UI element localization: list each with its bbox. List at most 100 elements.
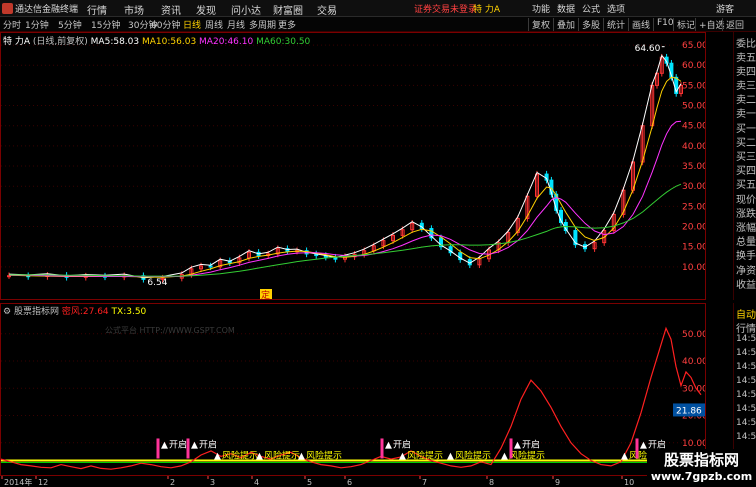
signal-label: 开启 bbox=[169, 438, 187, 450]
date-label: 7 bbox=[422, 478, 427, 487]
y-tick-label: 35.00 bbox=[682, 162, 705, 172]
adjust-button[interactable]: 复权 bbox=[528, 18, 550, 31]
signal-triangle: ▲ bbox=[191, 440, 198, 450]
tab-15min[interactable]: 15分钟 bbox=[91, 18, 120, 31]
date-label: 5 bbox=[307, 478, 312, 487]
menu-discover[interactable]: 发现 bbox=[196, 2, 216, 17]
back-button[interactable]: 返回 bbox=[722, 18, 744, 31]
quote-side-panel: 委比 卖五 卖四 卖三 卖二 卖一 买一 买二 买三 买四 买五 现价 涨跌 涨… bbox=[733, 32, 756, 300]
signal-triangle: ▲ bbox=[385, 440, 392, 450]
ma-line-ma20 bbox=[9, 120, 682, 277]
tx-label: TX: bbox=[111, 307, 127, 317]
side-item-weibi[interactable]: 委比 bbox=[736, 35, 756, 50]
side-item-sell2[interactable]: 卖二 bbox=[736, 91, 756, 106]
side-item-sell1[interactable]: 卖一 bbox=[736, 105, 756, 120]
menu-trade[interactable]: 交易 bbox=[317, 2, 337, 17]
side-item-change-pct[interactable]: 涨幅 bbox=[736, 219, 756, 234]
tick-time: 14:50 bbox=[736, 418, 756, 428]
menu-quotes[interactable]: 行情 bbox=[87, 2, 107, 17]
warning-label: 风险提示 bbox=[407, 449, 443, 461]
candle-body bbox=[7, 275, 11, 278]
ma60-value: 30.50 bbox=[284, 37, 311, 47]
period-toolbar: 分时 1分钟 5分钟 15分钟 30分钟 60分钟 日线 周线 月线 多周期 更… bbox=[0, 17, 756, 32]
user-guest[interactable]: 游客 bbox=[716, 2, 734, 15]
side-item-earnings[interactable]: 收益 bbox=[736, 276, 756, 291]
tab-5min[interactable]: 5分钟 bbox=[58, 18, 82, 31]
side-item-net-asset[interactable]: 净资 bbox=[736, 262, 756, 277]
tab-multi-period[interactable]: 多周期 bbox=[249, 18, 276, 31]
warning-triangle: ▲ bbox=[214, 451, 221, 461]
ma10-value: 56.03 bbox=[170, 37, 197, 47]
menu-options[interactable]: 选项 bbox=[607, 2, 625, 15]
kline-chart[interactable]: 65.00 60.00 55.00 50.00 45.00 40.00 35.00 30.00… bbox=[1, 33, 708, 301]
side-item-sell5[interactable]: 卖五 bbox=[736, 49, 756, 64]
side-item-turnover[interactable]: 换手 bbox=[736, 247, 756, 262]
tab-daily[interactable]: 日线 bbox=[183, 18, 201, 31]
draw-line-button[interactable]: 画线 bbox=[628, 18, 650, 31]
low-price-label: 6.54 bbox=[147, 278, 167, 288]
signal-label: 开启 bbox=[522, 438, 540, 450]
warning-label: 风险提示 bbox=[455, 449, 491, 461]
side-item-sell4[interactable]: 卖四 bbox=[736, 63, 756, 78]
risk-line bbox=[0, 326, 702, 470]
menu-ask[interactable]: 问小达 bbox=[231, 2, 261, 17]
y-tick-label: 60.00 bbox=[682, 61, 705, 71]
tab-60min[interactable]: 60分钟 bbox=[151, 18, 180, 31]
ma60-label: MA60: bbox=[256, 37, 285, 47]
menu-wealth[interactable]: 财富圈 bbox=[273, 2, 303, 17]
side-quotes[interactable]: 行情 bbox=[736, 320, 756, 335]
risk-value: 27.64 bbox=[82, 307, 109, 317]
tab-1min[interactable]: 1分钟 bbox=[25, 18, 49, 31]
indicator-name[interactable]: 股票指标网 bbox=[14, 307, 59, 317]
side-item-buy4[interactable]: 买四 bbox=[736, 162, 756, 177]
side-item-buy1[interactable]: 买一 bbox=[736, 120, 756, 135]
trade-login-notice[interactable]: 证券交易未登录 bbox=[414, 2, 477, 15]
warning-triangle: ▲ bbox=[399, 451, 406, 461]
y-tick-label: 20.00 bbox=[682, 223, 705, 233]
date-label: 8 bbox=[489, 478, 494, 487]
gear-icon[interactable]: ⚙ bbox=[3, 307, 11, 317]
warning-triangle: ▲ bbox=[447, 451, 454, 461]
tx-value: 3.50 bbox=[126, 307, 147, 317]
date-label: 4 bbox=[254, 478, 259, 487]
tick-time: 14:50 bbox=[736, 432, 756, 442]
tab-more[interactable]: 更多 bbox=[278, 18, 296, 31]
y-tick-label: 30.00 bbox=[682, 182, 705, 192]
side-item-buy5[interactable]: 买五 bbox=[736, 176, 756, 191]
menu-functions[interactable]: 功能 bbox=[532, 2, 550, 15]
ma20-value: 46.10 bbox=[227, 37, 254, 47]
warning-triangle: ▲ bbox=[621, 451, 628, 461]
menu-formula[interactable]: 公式 bbox=[582, 2, 600, 15]
add-watchlist-button[interactable]: +自选 bbox=[695, 18, 725, 31]
y-tick-label: 65.00 bbox=[682, 41, 705, 51]
side-item-buy2[interactable]: 买二 bbox=[736, 134, 756, 149]
tab-intraday[interactable]: 分时 bbox=[3, 18, 21, 31]
app-logo-icon bbox=[2, 3, 13, 14]
signal-triangle: ▲ bbox=[640, 440, 647, 450]
menu-news[interactable]: 资讯 bbox=[161, 2, 181, 17]
signal-label: 开启 bbox=[199, 438, 217, 450]
tick-time: 14:50 bbox=[736, 334, 756, 344]
menu-bar: 通达信金融终端 行情 市场 资讯 发现 问小达 财富圈 交易 证券交易未登录 特… bbox=[0, 0, 756, 17]
statistics-button[interactable]: 统计 bbox=[603, 18, 625, 31]
tick-time: 14:50 bbox=[736, 348, 756, 358]
side-item-buy3[interactable]: 买三 bbox=[736, 148, 756, 163]
mark-button[interactable]: 标记 bbox=[673, 18, 695, 31]
warning-label: 风险提示 bbox=[509, 449, 545, 461]
multi-stock-button[interactable]: 多股 bbox=[578, 18, 600, 31]
menu-market[interactable]: 市场 bbox=[124, 2, 144, 17]
kline-chart-panel[interactable]: 65.00 60.00 55.00 50.00 45.00 40.00 35.00 30.00… bbox=[0, 32, 708, 301]
ma-line-ma5 bbox=[8, 54, 682, 279]
side-item-sell3[interactable]: 卖三 bbox=[736, 77, 756, 92]
side-item-price[interactable]: 现价 bbox=[736, 191, 756, 206]
date-label: 2 bbox=[170, 478, 175, 487]
menu-data[interactable]: 数据 bbox=[557, 2, 575, 15]
f10-button[interactable]: F10 bbox=[653, 18, 674, 31]
overlay-button[interactable]: 叠加 bbox=[553, 18, 575, 31]
side-item-change[interactable]: 涨跌 bbox=[736, 205, 756, 220]
side-auto[interactable]: 自动 bbox=[736, 306, 756, 321]
tab-weekly[interactable]: 周线 bbox=[205, 18, 223, 31]
side-item-volume[interactable]: 总量 bbox=[736, 233, 756, 248]
stock-name: 特 力A bbox=[3, 37, 31, 47]
tab-monthly[interactable]: 月线 bbox=[227, 18, 245, 31]
